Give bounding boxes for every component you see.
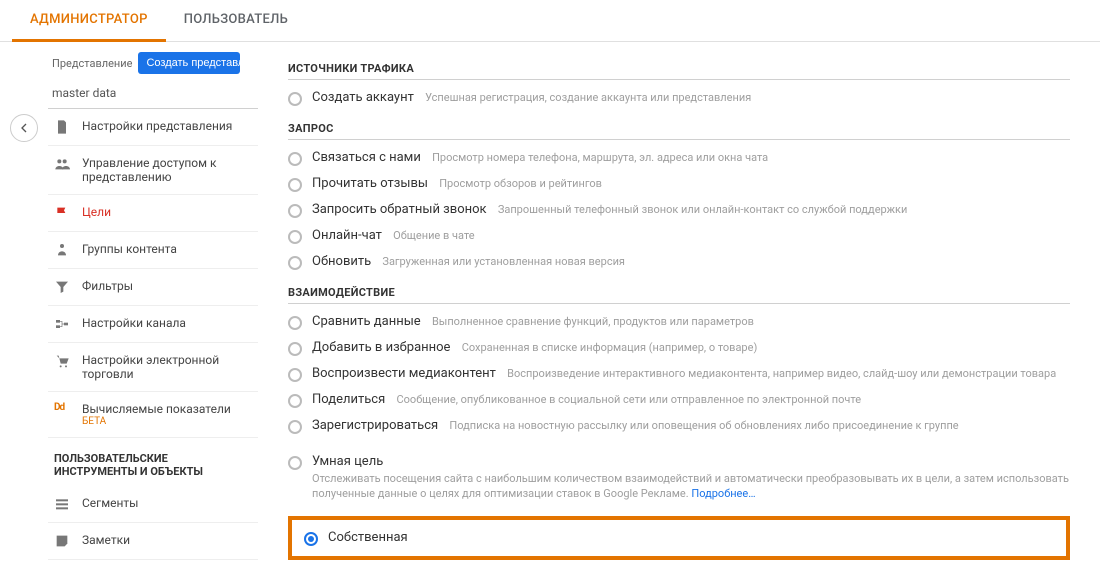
goal-option[interactable]: Связаться с нами Просмотр номера телефон… bbox=[288, 146, 1070, 172]
create-view-button[interactable]: Создать представле bbox=[138, 52, 240, 74]
content-panel: ИСТОЧНИКИ ТРАФИКА Создать аккаунт Успешн… bbox=[258, 42, 1100, 569]
option-desc: Успешная регистрация, создание аккаунта … bbox=[425, 91, 751, 104]
goal-option[interactable]: Сравнить данные Выполненное сравнение фу… bbox=[288, 310, 1070, 336]
back-button[interactable] bbox=[10, 114, 38, 142]
option-label: Умная цель bbox=[312, 454, 383, 469]
learn-more-link[interactable]: Подробнее… bbox=[691, 487, 755, 500]
note-icon bbox=[54, 533, 70, 549]
goal-option[interactable]: Создать аккаунт Успешная регистрация, со… bbox=[288, 86, 1070, 112]
view-selector[interactable]: master data bbox=[48, 80, 258, 109]
sidebar-item-segments[interactable]: Сегменты bbox=[48, 486, 258, 523]
option-desc: Общение в чате bbox=[393, 229, 474, 242]
radio-compare[interactable] bbox=[288, 316, 302, 330]
goal-option[interactable]: Добавить в избранное Сохраненная в списк… bbox=[288, 336, 1070, 362]
sidebar-item-multichannel[interactable]: Настройки многоканальных bbox=[48, 560, 258, 569]
people-icon bbox=[54, 156, 70, 172]
group-title-request: ЗАПРОС bbox=[288, 122, 1070, 140]
radio-play-media[interactable] bbox=[288, 368, 302, 382]
sidebar-item-label: Фильтры bbox=[82, 279, 133, 293]
sidebar-item-label: Группы контента bbox=[82, 242, 177, 256]
goal-option[interactable]: Запросить обратный звонок Запрошенный те… bbox=[288, 198, 1070, 224]
goal-option[interactable]: Воспроизвести медиаконтент Воспроизведен… bbox=[288, 362, 1070, 388]
radio-smart-goal[interactable] bbox=[288, 456, 302, 470]
cart-icon bbox=[54, 353, 70, 369]
option-desc: Запрошенный телефонный звонок или онлайн… bbox=[498, 203, 908, 216]
option-label: Обновить bbox=[312, 254, 371, 269]
view-column-label: Представление bbox=[52, 57, 132, 70]
goal-option-smart[interactable]: Умная цель Отслеживать посещения сайта с… bbox=[288, 450, 1070, 508]
arrow-left-icon bbox=[16, 120, 32, 136]
document-icon bbox=[54, 119, 70, 135]
goal-option[interactable]: Обновить Загруженная или установленная н… bbox=[288, 250, 1070, 276]
radio-callback[interactable] bbox=[288, 204, 302, 218]
sidebar-item-label: Сегменты bbox=[82, 496, 138, 510]
radio-signup[interactable] bbox=[288, 420, 302, 434]
option-desc: Воспроизведение интерактивного медиаконт… bbox=[507, 367, 1056, 380]
radio-share[interactable] bbox=[288, 394, 302, 408]
sidebar-item-channel-settings[interactable]: Настройки канала bbox=[48, 306, 258, 343]
goal-option[interactable]: Поделиться Сообщение, опубликованное в с… bbox=[288, 388, 1070, 414]
segments-icon bbox=[54, 496, 70, 512]
radio-create-account[interactable] bbox=[288, 92, 302, 106]
option-label: Собственная bbox=[328, 530, 408, 545]
flag-icon bbox=[54, 205, 70, 221]
radio-contact-us[interactable] bbox=[288, 152, 302, 166]
sidebar-item-filters[interactable]: Фильтры bbox=[48, 269, 258, 306]
sidebar-item-label: Настройки представления bbox=[82, 119, 232, 133]
option-label: Сравнить данные bbox=[312, 314, 421, 329]
option-label: Запросить обратный звонок bbox=[312, 202, 487, 217]
radio-read-reviews[interactable] bbox=[288, 178, 302, 192]
radio-custom-goal[interactable] bbox=[304, 532, 318, 546]
option-label: Воспроизвести медиаконтент bbox=[312, 366, 496, 381]
option-desc: Сообщение, опубликованное в социальной с… bbox=[396, 393, 861, 406]
sidebar-item-label: Настройки электронной торговли bbox=[82, 353, 250, 381]
sidebar-item-label: Управление доступом к представлению bbox=[82, 156, 250, 184]
sidebar: Представление Создать представле master … bbox=[48, 42, 258, 569]
option-label: Прочитать отзывы bbox=[312, 176, 428, 191]
radio-favorite[interactable] bbox=[288, 342, 302, 356]
sidebar-item-label: Заметки bbox=[82, 533, 130, 547]
goal-option[interactable]: Онлайн-чат Общение в чате bbox=[288, 224, 1070, 250]
user-group-icon bbox=[54, 242, 70, 258]
sidebar-item-ecommerce[interactable]: Настройки электронной торговли bbox=[48, 343, 258, 392]
sidebar-section-title: ПОЛЬЗОВАТЕЛЬСКИЕ ИНСТРУМЕНТЫ И ОБЪЕКТЫ bbox=[48, 438, 258, 486]
sidebar-item-view-settings[interactable]: Настройки представления bbox=[48, 109, 258, 146]
group-title-engagement: ВЗАИМОДЕЙСТВИЕ bbox=[288, 286, 1070, 304]
sidebar-item-goals[interactable]: Цели bbox=[48, 195, 258, 232]
option-label: Поделиться bbox=[312, 392, 385, 407]
option-desc: Сохраненная в списке информация (наприме… bbox=[462, 341, 758, 354]
sidebar-item-access[interactable]: Управление доступом к представлению bbox=[48, 146, 258, 195]
dd-icon: Dd bbox=[54, 402, 70, 418]
sidebar-item-label: Цели bbox=[82, 205, 111, 219]
highlighted-option: Собственная bbox=[288, 516, 1070, 560]
radio-live-chat[interactable] bbox=[288, 230, 302, 244]
filter-icon bbox=[54, 279, 70, 295]
tab-admin[interactable]: АДМИНИСТРАТОР bbox=[12, 0, 166, 42]
option-label: Связаться с нами bbox=[312, 150, 421, 165]
group-title-traffic: ИСТОЧНИКИ ТРАФИКА bbox=[288, 62, 1070, 80]
beta-badge: БЕТА bbox=[82, 416, 231, 427]
sidebar-item-notes[interactable]: Заметки bbox=[48, 523, 258, 560]
sidebar-item-label: Настройки канала bbox=[82, 316, 186, 330]
option-desc: Просмотр обзоров и рейтингов bbox=[439, 177, 602, 190]
channel-icon bbox=[54, 316, 70, 332]
goal-option[interactable]: Зарегистрироваться Подписка на новостную… bbox=[288, 414, 1070, 440]
tab-user[interactable]: ПОЛЬЗОВАТЕЛЬ bbox=[166, 0, 306, 42]
radio-update[interactable] bbox=[288, 256, 302, 270]
option-label: Онлайн-чат bbox=[312, 228, 382, 243]
option-desc: Выполненное сравнение функций, продуктов… bbox=[432, 315, 754, 328]
option-desc: Загруженная или установленная новая верс… bbox=[382, 255, 625, 268]
option-desc: Отслеживать посещения сайта с наибольшим… bbox=[312, 471, 1070, 502]
option-desc: Просмотр номера телефона, маршрута, эл. … bbox=[432, 151, 768, 164]
goal-option-custom[interactable]: Собственная bbox=[304, 530, 1054, 546]
option-label: Зарегистрироваться bbox=[312, 418, 438, 433]
option-label: Создать аккаунт bbox=[312, 90, 414, 105]
option-label: Добавить в избранное bbox=[312, 340, 450, 355]
sidebar-item-label: Вычисляемые показатели БЕТА bbox=[82, 402, 231, 427]
option-desc: Подписка на новостную рассылку или опове… bbox=[449, 419, 958, 432]
sidebar-item-calculated-metrics[interactable]: Dd Вычисляемые показатели БЕТА bbox=[48, 392, 258, 438]
sidebar-item-content-groups[interactable]: Группы контента bbox=[48, 232, 258, 269]
goal-option[interactable]: Прочитать отзывы Просмотр обзоров и рейт… bbox=[288, 172, 1070, 198]
